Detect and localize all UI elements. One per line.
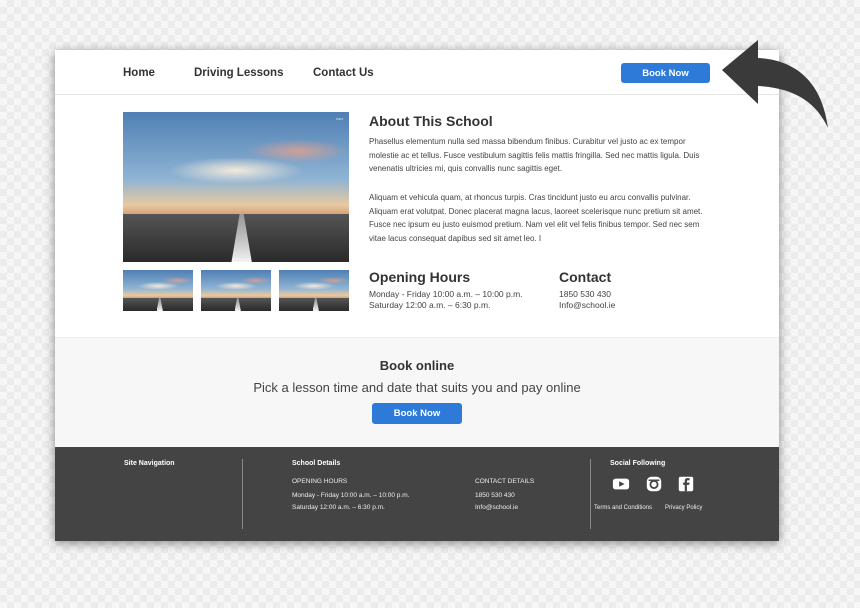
site-footer: Site Navigation School Details OPENING H… bbox=[55, 447, 779, 541]
gallery-thumbnail[interactable] bbox=[279, 270, 349, 311]
book-online-section: Book online Pick a lesson time and date … bbox=[55, 337, 779, 448]
nav-home[interactable]: Home bbox=[123, 67, 155, 79]
about-paragraph-2: Aliquam et vehicula quam, at rhoncus tur… bbox=[369, 193, 703, 243]
book-now-button[interactable]: Book Now bbox=[621, 63, 710, 83]
hero-image-label: ••••• bbox=[335, 116, 343, 121]
hero-image[interactable]: ••••• bbox=[123, 112, 349, 262]
opening-hours-weekday: Monday - Friday 10:00 a.m. – 10:00 p.m. bbox=[369, 289, 523, 299]
contact-title: Contact bbox=[559, 269, 612, 285]
opening-hours-title: Opening Hours bbox=[369, 269, 471, 285]
privacy-policy-link[interactable]: Privacy Policy bbox=[665, 502, 702, 514]
footer-phone: 1850 530 430 bbox=[475, 492, 515, 499]
opening-hours-saturday: Saturday 12:00 a.m. – 6:30 p.m. bbox=[369, 300, 491, 310]
gallery-thumbnail[interactable] bbox=[201, 270, 271, 311]
gallery-thumbnail[interactable] bbox=[123, 270, 193, 311]
footer-email[interactable]: Info@school.ie bbox=[475, 502, 518, 514]
footer-school-details: School Details bbox=[292, 460, 341, 467]
book-online-subtitle: Pick a lesson time and date that suits y… bbox=[253, 380, 581, 395]
curved-arrow-icon bbox=[722, 40, 828, 128]
book-online-title: Book online bbox=[379, 358, 455, 373]
footer-divider bbox=[590, 459, 591, 529]
youtube-icon[interactable] bbox=[612, 475, 630, 493]
about-paragraph-1: Phasellus elementum nulla sed massa bibe… bbox=[369, 137, 700, 174]
footer-opening-hours-label: OPENING HOURS bbox=[292, 478, 348, 485]
footer-hours-saturday: Saturday 12:00 a.m. – 6:30 p.m. bbox=[292, 504, 385, 511]
top-navigation: Home Driving Lessons Contact Us Book Now bbox=[55, 50, 779, 95]
footer-social-following: Social Following bbox=[610, 460, 666, 467]
website-page: Home Driving Lessons Contact Us Book Now… bbox=[55, 50, 779, 541]
instagram-icon[interactable] bbox=[645, 475, 663, 493]
facebook-icon[interactable] bbox=[677, 475, 695, 493]
contact-email[interactable]: Info@school.ie bbox=[559, 300, 615, 311]
about-title: About This School bbox=[369, 113, 493, 129]
nav-driving-lessons[interactable]: Driving Lessons bbox=[194, 67, 283, 79]
nav-contact-us[interactable]: Contact Us bbox=[313, 67, 374, 79]
footer-divider bbox=[242, 459, 243, 529]
terms-and-conditions-link[interactable]: Terms and Conditions bbox=[594, 502, 652, 514]
footer-hours-weekday: Monday - Friday 10:00 a.m. – 10:00 p.m. bbox=[292, 492, 410, 499]
book-online-button[interactable]: Book Now bbox=[372, 403, 462, 424]
footer-contact-label: CONTACT DETAILS bbox=[475, 478, 535, 485]
contact-phone: 1850 530 430 bbox=[559, 289, 611, 299]
footer-site-navigation: Site Navigation bbox=[124, 460, 175, 467]
